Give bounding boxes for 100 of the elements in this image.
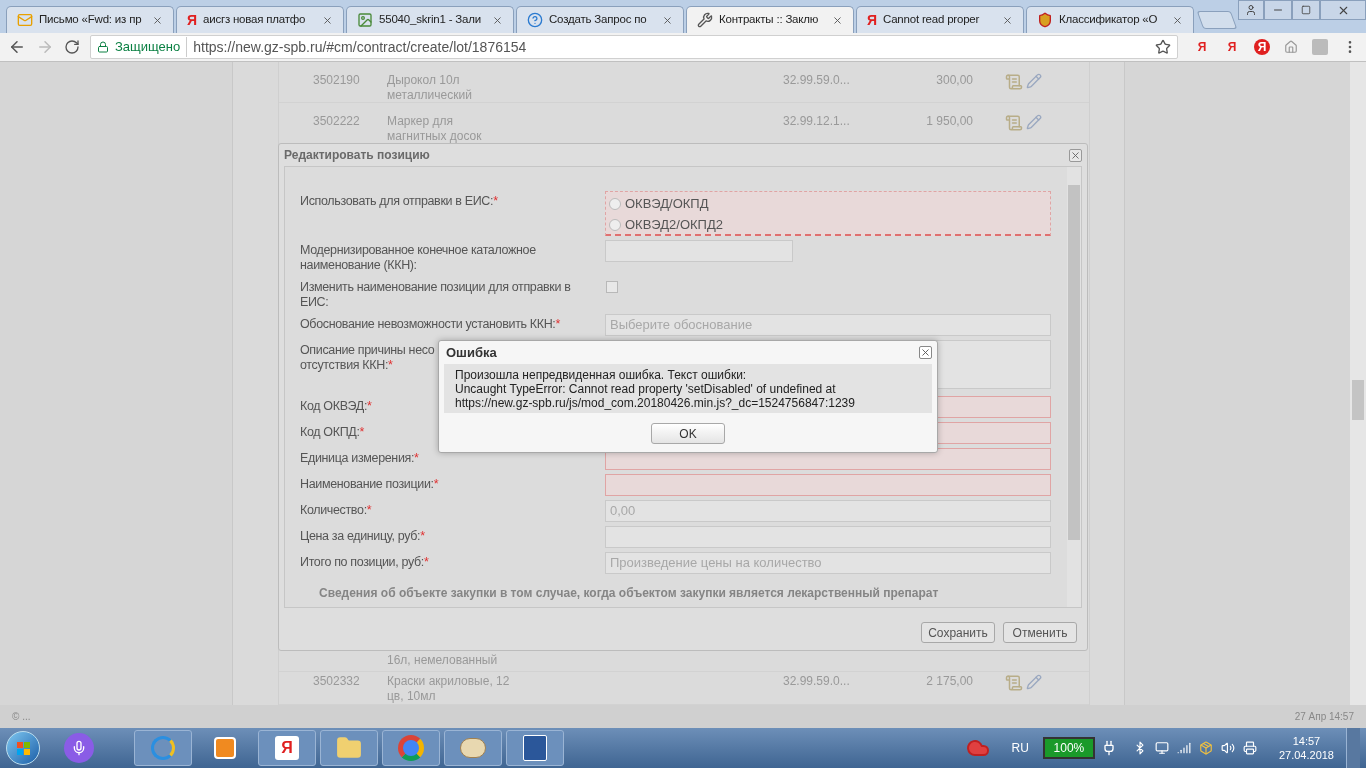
browser-tab[interactable]: 55040_skrin1 - Зали: [346, 6, 514, 33]
pencil-icon[interactable]: [1026, 674, 1042, 690]
browser-tab[interactable]: Контракты :: Заклю: [686, 6, 854, 33]
tab-title: аисгз новая платфо: [203, 12, 307, 28]
pencil-icon[interactable]: [1026, 114, 1042, 130]
yandex-browser-button[interactable]: Я: [258, 730, 316, 766]
tab-title: Cannot read proper: [883, 12, 981, 28]
monitor-icon[interactable]: [1154, 741, 1169, 755]
volume-icon[interactable]: [1220, 741, 1235, 755]
table-cell-text: 32.99.59.0...: [783, 73, 851, 88]
extension-button[interactable]: Я: [1224, 39, 1240, 55]
radio-button[interactable]: [609, 197, 621, 210]
reload-icon[interactable]: [64, 39, 80, 55]
url-text: https://new.gz-spb.ru/#cm/contract/create/lot/1876154: [193, 37, 528, 57]
file-explorer-button[interactable]: [320, 730, 378, 766]
field-label: Наименование позиции:*: [300, 477, 439, 492]
field-label: наименование (ККН):: [300, 258, 417, 273]
checkbox[interactable]: [606, 281, 618, 293]
tab-title: Письмо «Fwd: из пр: [39, 12, 143, 28]
table-cell-text: 1 950,00: [925, 114, 973, 129]
restore-button[interactable]: [1292, 0, 1320, 20]
word-button[interactable]: [506, 730, 564, 766]
copyright-text: © ...: [12, 710, 31, 724]
table-cell-text: 300,00: [935, 73, 973, 88]
user-button[interactable]: [1238, 0, 1264, 20]
folder-icon: [336, 735, 362, 761]
restore-icon: [1301, 5, 1311, 15]
timestamp-text: 27 Апр 14:57: [1294, 710, 1354, 724]
voice-assistant-button[interactable]: [64, 733, 94, 763]
table-cell-text: 32.99.59.0...: [783, 674, 851, 689]
browser-tab[interactable]: Создать Запрос по: [516, 6, 684, 33]
table-cell-text: 3502190: [313, 73, 361, 88]
forward-icon[interactable]: [36, 38, 54, 56]
table-cell-text: Дырокол 10л металлический: [387, 73, 473, 103]
radio-label: ОКВЭД/ОКПД: [625, 196, 709, 211]
signal-icon[interactable]: [1176, 741, 1191, 755]
field-label: Изменить наименование позиции для отправки в: [300, 280, 571, 295]
field-label: Единица измерения:*: [300, 451, 419, 466]
browser-tab[interactable]: Я Cannot read proper: [856, 6, 1024, 33]
tab-title: Контракты :: Заклю: [719, 12, 820, 28]
close-icon[interactable]: [322, 14, 333, 26]
user-icon: [1245, 4, 1257, 16]
back-icon[interactable]: [8, 38, 26, 56]
dialog-button[interactable]: Отменить: [1003, 622, 1077, 643]
field-label: Код ОКВЭД:*: [300, 399, 372, 414]
close-icon[interactable]: [919, 346, 932, 359]
field-label: Итого по позиции, руб:*: [300, 555, 429, 570]
emblem-icon: [1037, 12, 1053, 28]
start-button[interactable]: [6, 731, 40, 765]
close-icon[interactable]: [1172, 14, 1183, 26]
clock[interactable]: 14:57 27.04.2018: [1272, 734, 1340, 762]
printer-icon[interactable]: [1242, 741, 1257, 755]
field-label: Код ОКПД:*: [300, 425, 365, 440]
tab-title: Создать Запрос по: [549, 12, 648, 28]
table-cell-text: 32.99.12.1...: [783, 114, 851, 129]
table-cell-text: Краски акриловые, 12 цв, 10мл: [387, 674, 511, 704]
close-icon[interactable]: [152, 14, 163, 26]
address-field[interactable]: Защищено https://new.gz-spb.ru/#cm/contract/create/lot/1876154: [90, 35, 1178, 59]
text-field[interactable]: [605, 474, 1051, 496]
envelope-icon: [17, 12, 33, 28]
ok-button[interactable]: OK: [651, 423, 725, 444]
table-cell-text: 3502332: [313, 674, 361, 689]
radio-button[interactable]: [609, 218, 621, 231]
text-field[interactable]: [605, 526, 1051, 548]
close-icon[interactable]: [1069, 148, 1082, 162]
dialog-button[interactable]: Сохранить: [921, 622, 995, 643]
table-cell-text: Маркер для магнитных досок: [387, 114, 483, 143]
battery-indicator[interactable]: 100%: [1042, 737, 1095, 759]
chrome-button[interactable]: [382, 730, 440, 766]
bookmark-star-icon[interactable]: [1155, 39, 1171, 55]
language-indicator[interactable]: RU: [1003, 739, 1037, 757]
pencil-icon[interactable]: [1026, 73, 1042, 89]
home-icon[interactable]: [1284, 40, 1298, 54]
browser-tab[interactable]: Классификатор «О: [1026, 6, 1194, 33]
lock-icon: [97, 41, 109, 53]
close-icon[interactable]: [1002, 14, 1013, 26]
field-label: Цена за единицу, руб:*: [300, 529, 425, 544]
minimize-button[interactable]: [1264, 0, 1292, 20]
yandex-icon: Я: [867, 13, 878, 27]
text-field[interactable]: [605, 240, 793, 262]
show-desktop-button[interactable]: [1346, 728, 1360, 768]
security-label: Защищено: [115, 37, 188, 57]
close-icon[interactable]: [662, 14, 673, 26]
microphone-icon: [71, 740, 87, 756]
extension-button[interactable]: Я: [1194, 39, 1210, 55]
field-label: отсутствия ККН:*: [300, 358, 393, 373]
extension-button[interactable]: Я: [1254, 39, 1270, 55]
package-icon[interactable]: [1198, 741, 1213, 755]
browser-tab[interactable]: Письмо «Fwd: из пр: [6, 6, 174, 33]
close-button[interactable]: [1320, 0, 1366, 20]
close-icon[interactable]: [832, 14, 843, 26]
scroll-icon[interactable]: [1004, 114, 1024, 132]
field-label: Описание причины несо: [300, 343, 435, 358]
close-icon[interactable]: [492, 14, 503, 26]
scroll-icon[interactable]: [1004, 674, 1024, 692]
help-icon: [527, 12, 543, 28]
new-tab-button[interactable]: [1196, 11, 1238, 29]
browser-tab[interactable]: Я аисгз новая платфо: [176, 6, 344, 33]
scroll-icon[interactable]: [1004, 73, 1024, 91]
tab-title: 55040_skrin1 - Зали: [379, 12, 482, 28]
